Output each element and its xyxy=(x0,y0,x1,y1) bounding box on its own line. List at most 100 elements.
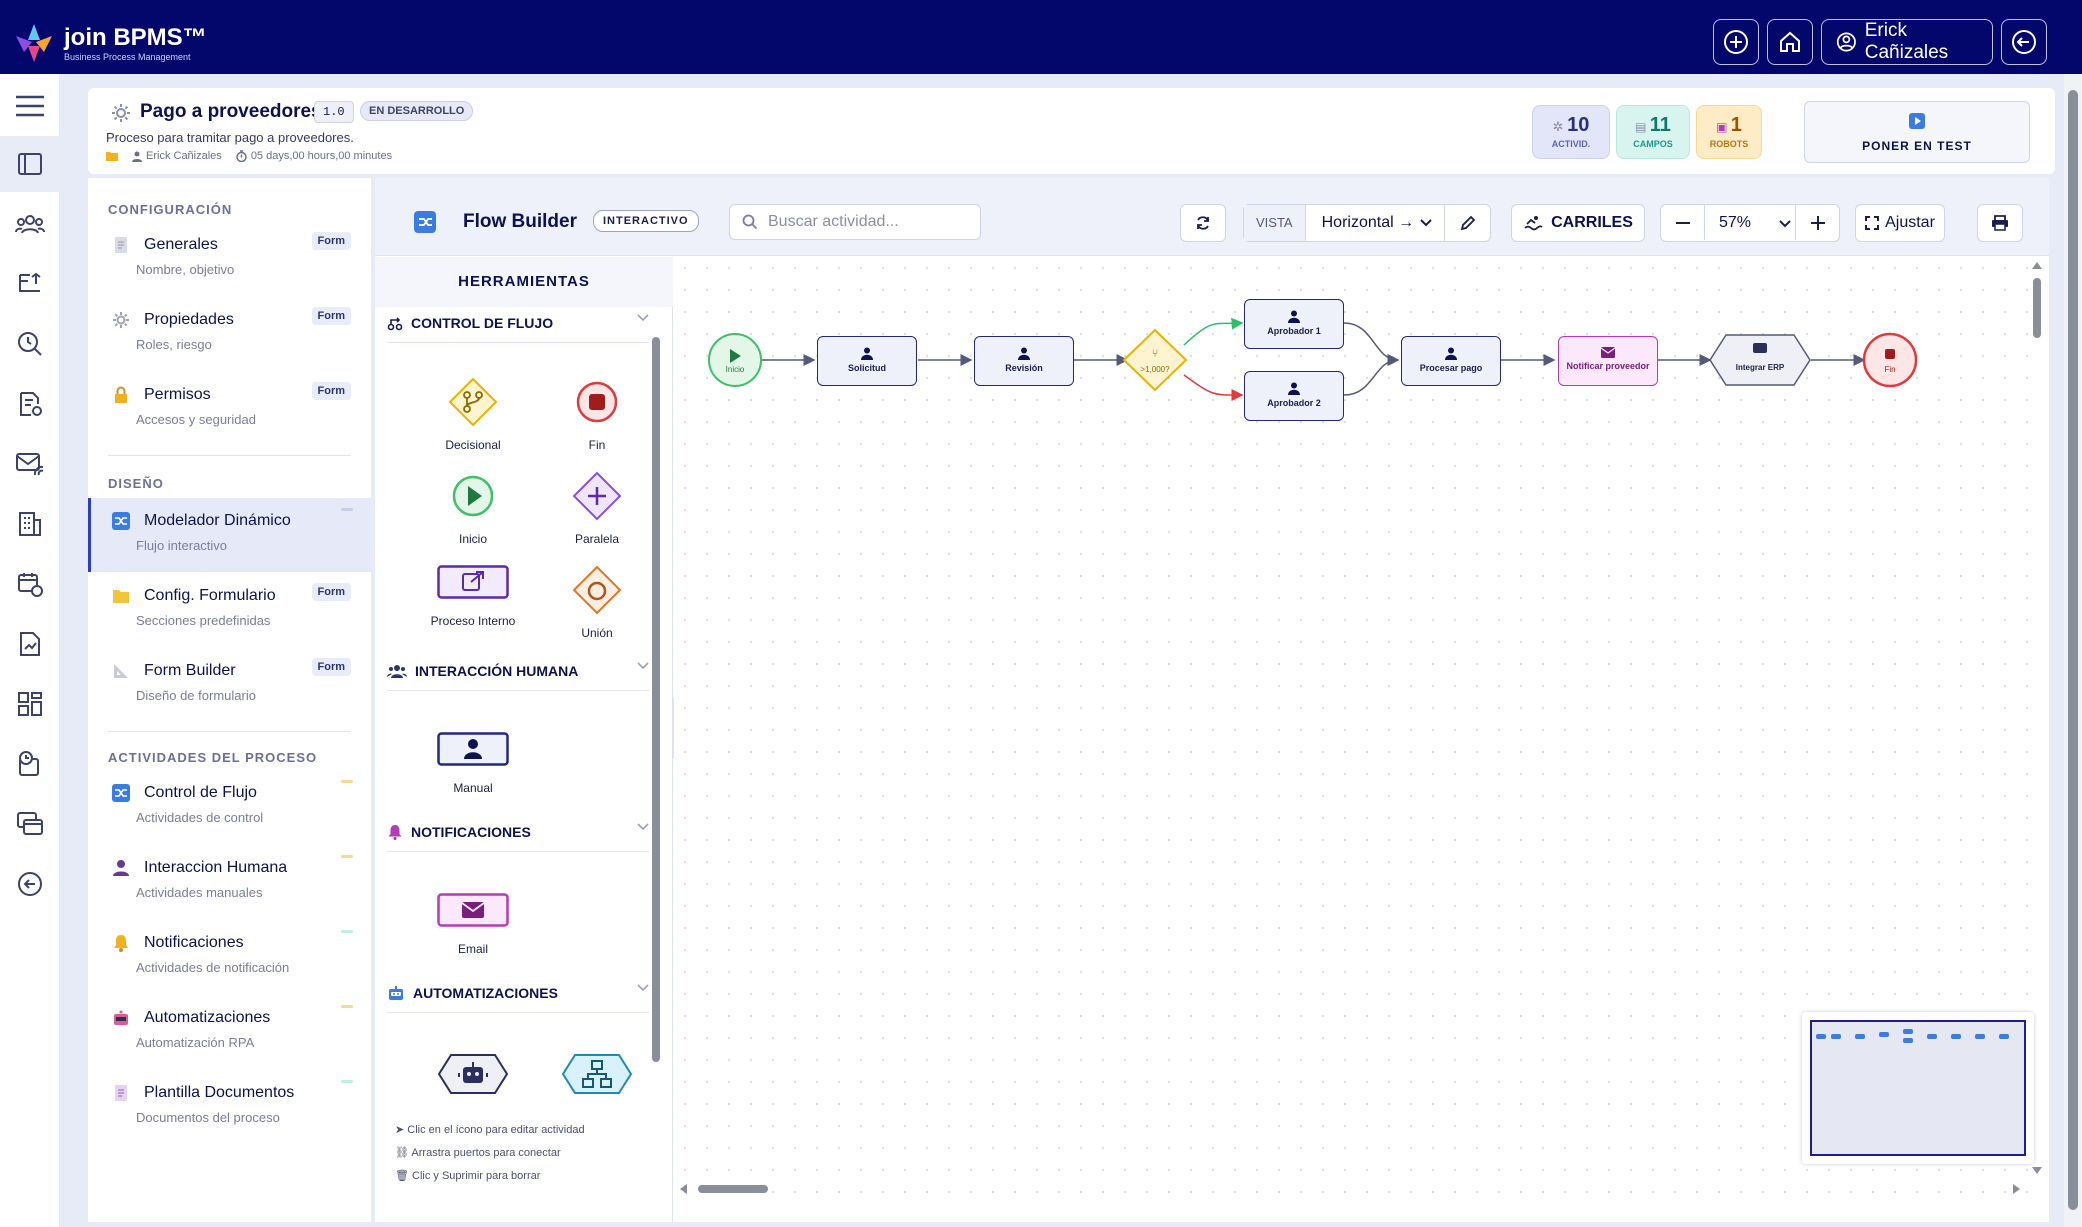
tool-robot[interactable] xyxy=(418,1053,528,1100)
rail-item-flows[interactable] xyxy=(0,256,60,312)
node-aprobador-1[interactable]: Aprobador 1 xyxy=(1244,299,1344,349)
node-aprobador-2[interactable]: Aprobador 2 xyxy=(1244,371,1344,421)
flow-builder: Flow Builder INTERACTIVO Buscar activida… xyxy=(375,178,2049,1222)
stop-circle-icon xyxy=(576,381,618,423)
tools-scrollbar[interactable] xyxy=(651,321,661,1091)
put-in-test-button[interactable]: PONER EN TEST xyxy=(1804,101,2030,163)
stat-activities[interactable]: ✲ 10 ACTIVID. xyxy=(1532,105,1610,159)
cfg-item-generales[interactable]: Generales Nombre, objetivo Form xyxy=(88,222,371,296)
zoom-in-button[interactable] xyxy=(1795,205,1839,240)
put-in-test-label: PONER EN TEST xyxy=(1862,139,1972,153)
tool-fin[interactable]: Fin xyxy=(542,377,652,452)
group-notificaciones[interactable]: NOTIFICACIONES xyxy=(387,817,649,847)
rail-item-reports[interactable] xyxy=(0,616,60,672)
tool-label: Email xyxy=(457,942,488,956)
page-scrollbar[interactable] xyxy=(2064,74,2082,1227)
scroll-left-icon xyxy=(680,1184,687,1194)
process-meta: Erick Cañizales 05 days,00 hours,00 minu… xyxy=(106,150,392,162)
view-select[interactable]: VISTA Horizontal → xyxy=(1243,204,1491,242)
lanes-button[interactable]: CARRILES xyxy=(1511,204,1645,242)
rail-item-doc-settings[interactable] xyxy=(0,376,60,432)
node-inicio[interactable]: Inicio xyxy=(708,333,762,387)
cfg-item-permisos[interactable]: Permisos Accesos y seguridad Form xyxy=(88,372,371,446)
minimap[interactable] xyxy=(1802,1012,2034,1164)
activity-search-input[interactable]: Buscar actividad... xyxy=(729,204,981,240)
flow-canvas[interactable]: Inicio ⑂ >1,000? Integrar ERP Fin Solici… xyxy=(674,257,2034,1197)
refresh-button[interactable] xyxy=(1180,204,1226,242)
group-interaccion-humana[interactable]: INTERACCIÓN HUMANA xyxy=(387,656,649,686)
rail-item-organization[interactable] xyxy=(0,496,60,552)
tool-email[interactable]: Email xyxy=(418,893,528,956)
rail-item-mail[interactable] xyxy=(0,436,60,492)
canvas-hscroll-thumb[interactable] xyxy=(698,1185,768,1193)
node-procesar-pago[interactable]: Procesar pago xyxy=(1401,336,1501,386)
rail-item-panels[interactable] xyxy=(0,136,60,192)
cfg-item-config-formulario[interactable]: Config. Formulario Secciones predefinida… xyxy=(88,573,371,647)
rail-item-layers[interactable] xyxy=(0,796,60,852)
node-fin[interactable]: Fin xyxy=(1862,332,1918,388)
node-solicitud[interactable]: Solicitud xyxy=(817,336,917,386)
minimap-viewport[interactable] xyxy=(1810,1020,2026,1156)
rail-item-monitor[interactable] xyxy=(0,316,60,372)
fit-button[interactable]: Ajustar xyxy=(1855,204,1945,242)
edit-view-button[interactable] xyxy=(1444,205,1490,241)
mode-badge: INTERACTIVO xyxy=(593,210,699,232)
top-bar: join BPMS™ Business Process Management E… xyxy=(0,0,2082,74)
link-icon: ⛓ xyxy=(395,1147,412,1159)
rail-item-calendar[interactable] xyxy=(0,556,60,612)
node-decision[interactable]: ⑂ >1,000? xyxy=(1122,328,1188,392)
process-description: Proceso para tramitar pago a proveedores… xyxy=(106,130,354,145)
play-square-icon xyxy=(1909,113,1925,129)
tool-union[interactable]: Unión xyxy=(542,565,652,640)
create-button[interactable] xyxy=(1713,19,1759,65)
stat-robots[interactable]: ▣ 1 ROBOTS xyxy=(1696,105,1762,159)
logout-button[interactable] xyxy=(2001,19,2047,65)
group-control-de-flujo[interactable]: CONTROL DE FLUJO xyxy=(387,308,649,338)
cfg-item-title: Control de Flujo xyxy=(144,784,257,801)
stat-fields[interactable]: ▤ 11 CAMPOS xyxy=(1616,105,1690,159)
home-icon xyxy=(1780,31,1800,52)
canvas-vscroll-thumb[interactable] xyxy=(2033,278,2041,338)
rail-item-schedule[interactable] xyxy=(0,736,60,792)
edge-decision-aprobador1[interactable] xyxy=(1183,317,1244,346)
tool-integration[interactable] xyxy=(542,1053,652,1100)
tool-decisional[interactable]: Decisional xyxy=(418,377,528,452)
node-notificar-proveedor[interactable]: Notificar proveedor xyxy=(1558,336,1658,386)
cfg-item-interaccion-humana[interactable]: Interaccion Humana Actividades manuales xyxy=(88,845,371,919)
user-menu-button[interactable]: Erick Cañizales xyxy=(1821,19,1993,65)
cfg-item-automatizaciones[interactable]: Automatizaciones Automatización RPA xyxy=(88,995,371,1069)
tool-inicio[interactable]: Inicio xyxy=(418,471,528,546)
cfg-item-control-de-flujo[interactable]: Control de Flujo Actividades de control xyxy=(88,770,371,844)
tool-proceso-interno[interactable]: Proceso Interno xyxy=(418,565,528,628)
page-scrollbar-thumb[interactable] xyxy=(2068,90,2078,1210)
divider xyxy=(108,731,351,732)
rail-item-users[interactable] xyxy=(0,196,60,252)
group-automatizaciones[interactable]: AUTOMATIZACIONES xyxy=(387,978,649,1008)
zoom-value[interactable]: 57% xyxy=(1719,214,1751,232)
edge-decision-aprobador2[interactable] xyxy=(1183,374,1244,402)
canvas-horizontal-scrollbar[interactable] xyxy=(680,1182,2020,1196)
brand-name[interactable]: join BPMS™ xyxy=(64,24,207,52)
cfg-item-sub: Flujo interactivo xyxy=(136,538,228,553)
tools-scrollbar-thumb[interactable] xyxy=(652,337,660,1062)
cfg-item-notificaciones[interactable]: Notificaciones Actividades de notificaci… xyxy=(88,920,371,994)
home-button[interactable] xyxy=(1767,19,1813,65)
edge-aprobador2-procesar[interactable] xyxy=(1343,354,1400,396)
cfg-item-modelador-dinamico[interactable]: Modelador Dinámico Flujo interactivo xyxy=(88,498,371,572)
node-integrar-erp[interactable]: Integrar ERP xyxy=(1709,334,1811,386)
cfg-item-propiedades[interactable]: Propiedades Roles, riesgo Form xyxy=(88,297,371,371)
rail-item-dashboard[interactable] xyxy=(0,676,60,732)
canvas-vertical-scrollbar[interactable] xyxy=(2030,262,2044,1174)
node-revision[interactable]: Revisión xyxy=(974,336,1074,386)
edge-aprobador1-procesar[interactable] xyxy=(1343,322,1400,366)
tool-paralela[interactable]: Paralela xyxy=(542,471,652,546)
cfg-item-form-builder[interactable]: Form Builder Diseño de formulario Form xyxy=(88,648,371,722)
rail-item-back[interactable] xyxy=(0,856,60,912)
group-title: NOTIFICACIONES xyxy=(411,824,531,840)
section-configuracion: CONFIGURACIÓN xyxy=(108,202,233,217)
zoom-out-button[interactable] xyxy=(1661,205,1705,240)
menu-toggle-button[interactable] xyxy=(0,78,60,134)
tool-manual[interactable]: Manual xyxy=(418,732,528,795)
print-button[interactable] xyxy=(1977,204,2023,242)
cfg-item-plantilla-documentos[interactable]: Plantilla Documentos Documentos del proc… xyxy=(88,1070,371,1144)
